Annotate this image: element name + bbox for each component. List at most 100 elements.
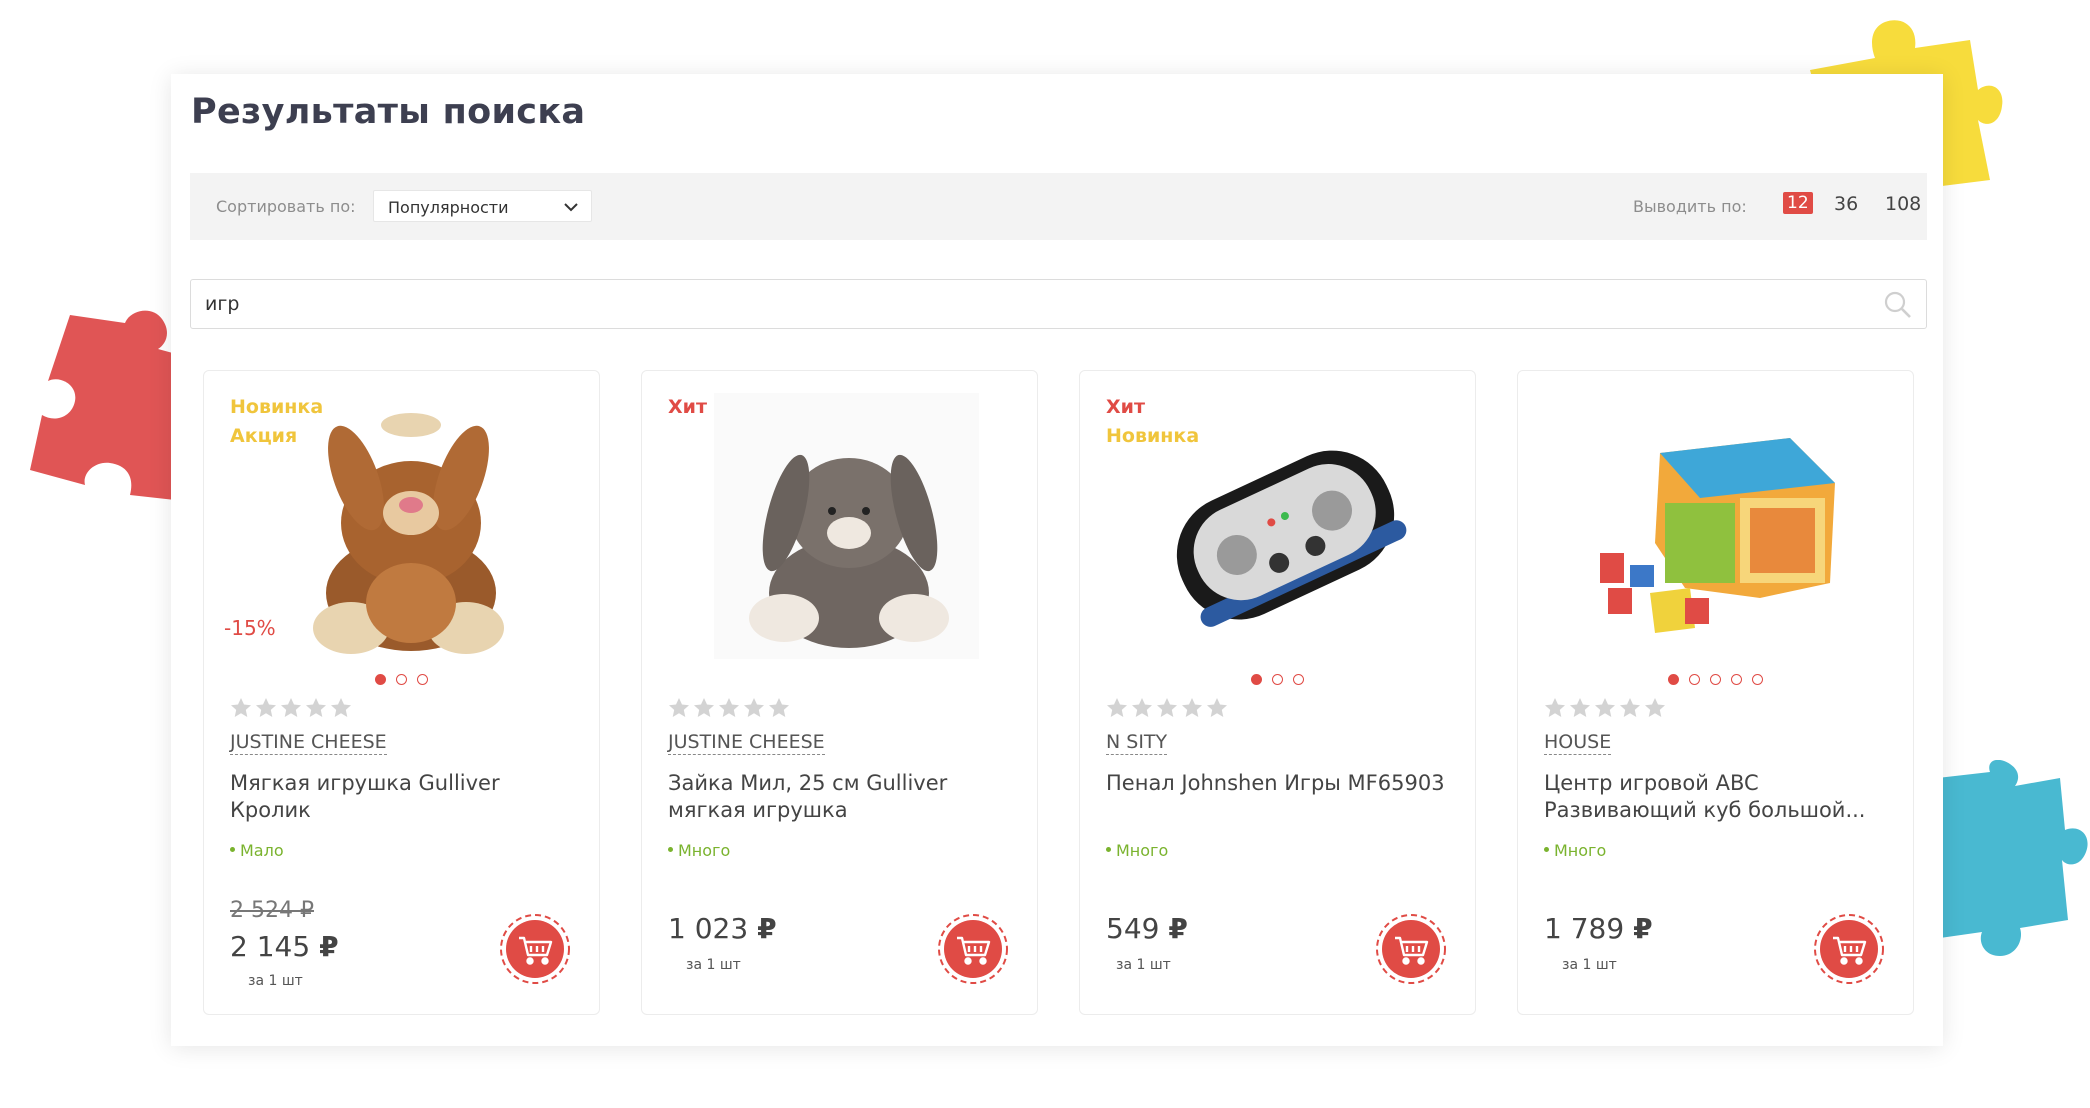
perpage-option-108[interactable]: 108 [1885, 193, 1921, 215]
image-dot[interactable] [417, 674, 428, 685]
image-dot[interactable] [396, 674, 407, 685]
image-dot[interactable] [375, 674, 386, 685]
stock-dot-icon [668, 847, 673, 852]
star-icon [256, 698, 276, 717]
product-card[interactable]: Новинка Акция -15% JUSTINE CHEESE Мягкая… [203, 370, 600, 1015]
search-box [190, 279, 1927, 329]
stock-dot-icon [230, 847, 235, 852]
product-image[interactable] [714, 393, 979, 659]
image-dot[interactable] [1689, 674, 1700, 685]
price-value: 549 [1106, 912, 1160, 945]
brand-link[interactable]: HOUSE [1544, 730, 1612, 755]
product-card[interactable]: Хит Новинка N SITY Пенал Johnshen Игры M… [1079, 370, 1476, 1015]
price: 549 ₽ [1106, 912, 1188, 945]
image-dot[interactable] [1251, 674, 1262, 685]
search-icon[interactable] [1884, 291, 1912, 319]
rating-stars[interactable] [230, 697, 355, 718]
perpage-option-12[interactable]: 12 [1783, 192, 1813, 214]
price: 1 023 ₽ [668, 912, 777, 945]
image-dot[interactable] [1752, 674, 1763, 685]
star-icon [1157, 698, 1177, 717]
star-icon [1132, 698, 1152, 717]
image-dots [1080, 674, 1475, 685]
image-dot[interactable] [1731, 674, 1742, 685]
star-icon [1570, 698, 1590, 717]
currency-symbol: ₽ [319, 930, 339, 963]
rating-stars[interactable] [668, 697, 793, 718]
sort-select[interactable]: Популярности [373, 190, 592, 222]
image-dot[interactable] [1710, 674, 1721, 685]
star-icon [231, 698, 251, 717]
product-name[interactable]: Пенал Johnshen Игры MF65903 [1106, 770, 1451, 797]
chevron-down-icon [564, 203, 578, 212]
stock-text: Много [1116, 841, 1169, 860]
stock-status: Много [1544, 841, 1606, 860]
stock-dot-icon [1106, 847, 1111, 852]
stock-dot-icon [1544, 847, 1549, 852]
star-icon [694, 698, 714, 717]
perpage-option-36[interactable]: 36 [1834, 193, 1858, 215]
perpage-label: Выводить по: [1633, 197, 1747, 216]
puzzle-piece-blue-icon [1920, 760, 2088, 956]
product-image[interactable] [1590, 393, 1855, 659]
results-toolbar: Сортировать по: Популярности Выводить по… [190, 173, 1927, 240]
star-icon [719, 698, 739, 717]
product-card[interactable]: HOUSE Центр игровой ABC Развивающий куб … [1517, 370, 1914, 1015]
price: 1 789 ₽ [1544, 912, 1653, 945]
star-icon [1645, 698, 1665, 717]
rating-stars[interactable] [1544, 697, 1669, 718]
stock-status: Много [668, 841, 730, 860]
search-results-panel: Результаты поиска Сортировать по: Популя… [171, 74, 1943, 1046]
star-icon [1107, 698, 1127, 717]
stock-status: Много [1106, 841, 1168, 860]
old-price: 2 524 ₽ [230, 898, 314, 923]
brand-link[interactable]: JUSTINE CHEESE [668, 730, 825, 755]
add-to-cart-button[interactable] [937, 913, 1009, 985]
product-image[interactable] [1152, 393, 1417, 659]
star-icon [281, 698, 301, 717]
currency-symbol: ₽ [1633, 912, 1653, 945]
product-card[interactable]: Хит JUSTINE CHEESE Зайка Мил, 25 см Gull… [641, 370, 1038, 1015]
rating-stars[interactable] [1106, 697, 1231, 718]
star-icon [1182, 698, 1202, 717]
brand-link[interactable]: N SITY [1106, 730, 1168, 755]
image-dot[interactable] [1668, 674, 1679, 685]
price-unit: за 1 шт [1116, 957, 1171, 973]
old-price-value: 2 524 [230, 898, 293, 923]
stock-text: Мало [240, 841, 284, 860]
star-icon [1207, 698, 1227, 717]
search-input[interactable] [205, 290, 1865, 318]
price-unit: за 1 шт [686, 957, 741, 973]
currency-symbol: ₽ [757, 912, 777, 945]
star-icon [744, 698, 764, 717]
add-to-cart-button[interactable] [1375, 913, 1447, 985]
image-dot[interactable] [1272, 674, 1283, 685]
page-title: Результаты поиска [191, 92, 586, 132]
star-icon [1620, 698, 1640, 717]
currency-symbol: ₽ [1168, 912, 1188, 945]
product-name[interactable]: Мягкая игрушка Gulliver Кролик [230, 770, 575, 824]
price-value: 1 023 [668, 912, 749, 945]
star-icon [331, 698, 351, 717]
product-image[interactable] [276, 393, 541, 659]
stock-text: Много [1554, 841, 1607, 860]
sort-select-value: Популярности [388, 198, 509, 217]
stock-status: Мало [230, 841, 284, 860]
star-icon [669, 698, 689, 717]
brand-link[interactable]: JUSTINE CHEESE [230, 730, 387, 755]
product-name[interactable]: Зайка Мил, 25 см Gulliver мягкая игрушка [668, 770, 1013, 824]
stock-text: Много [678, 841, 731, 860]
image-dot[interactable] [1293, 674, 1304, 685]
puzzle-piece-red-icon [30, 310, 180, 500]
add-to-cart-button[interactable] [1813, 913, 1885, 985]
product-name[interactable]: Центр игровой ABC Развивающий куб большо… [1544, 770, 1889, 824]
star-icon [1545, 698, 1565, 717]
price: 2 145 ₽ [230, 930, 339, 963]
image-dots [204, 674, 599, 685]
image-dots [1518, 674, 1913, 685]
discount-label: -15% [224, 616, 276, 640]
sort-label: Сортировать по: [216, 197, 356, 216]
price-unit: за 1 шт [1562, 957, 1617, 973]
star-icon [306, 698, 326, 717]
add-to-cart-button[interactable] [499, 913, 571, 985]
